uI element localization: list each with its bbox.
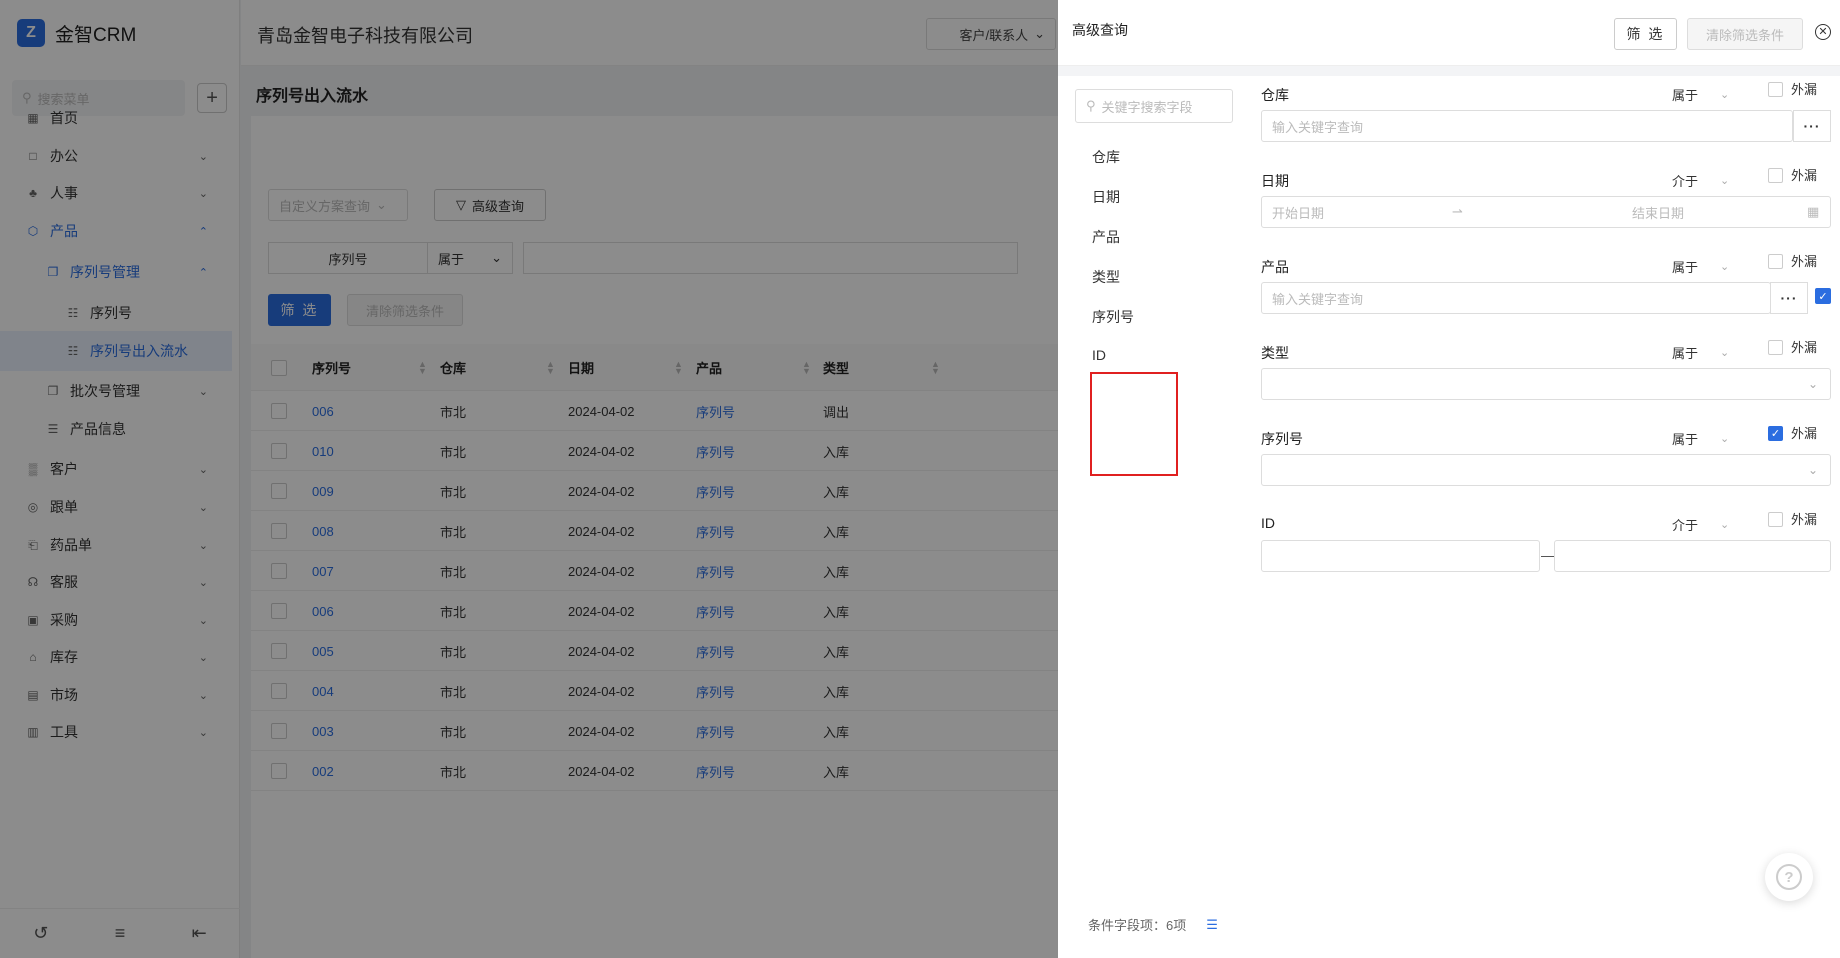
id-min-input[interactable] <box>1261 540 1540 572</box>
cond-operator-product[interactable]: 属于 ⌄ <box>1672 257 1729 276</box>
warehouse-input[interactable]: 输入关键字查询 <box>1261 110 1793 142</box>
miss-toggle-serial[interactable]: ✓ 外漏 <box>1768 423 1817 442</box>
cond-operator-id[interactable]: 介于 ⌄ <box>1672 515 1729 534</box>
miss-toggle-date[interactable]: 外漏 <box>1768 165 1817 184</box>
cond-label-warehouse: 仓库 <box>1261 87 1289 103</box>
product-input[interactable]: 输入关键字查询 <box>1261 282 1771 314</box>
cond-label-type: 类型 <box>1261 345 1289 361</box>
search-icon: ⚲ <box>1086 98 1096 113</box>
serial-select[interactable]: ⌄ <box>1261 454 1831 486</box>
calendar-icon: ▦ <box>1807 204 1820 219</box>
cond-label-date: 日期 <box>1261 173 1289 189</box>
field-item-warehouse[interactable]: 仓库 <box>1092 147 1120 167</box>
miss-toggle-id[interactable]: 外漏 <box>1768 509 1817 528</box>
chevron-down-icon: ⌄ <box>1720 89 1730 101</box>
cond-label-id: ID <box>1261 515 1275 531</box>
drawer-clear-button[interactable]: 清除筛选条件 <box>1687 18 1803 50</box>
miss-toggle-warehouse[interactable]: 外漏 <box>1768 79 1817 98</box>
question-icon: ? <box>1776 864 1802 890</box>
more-options-button[interactable]: ··· <box>1770 282 1808 314</box>
settings-sliders-icon[interactable]: ☰ <box>1206 917 1218 933</box>
divider <box>1058 66 1840 76</box>
miss-checkbox[interactable] <box>1768 254 1783 269</box>
type-select[interactable]: ⌄ <box>1261 368 1831 400</box>
drawer-footer: 条件字段项：6项 ☰ <box>1088 916 1218 934</box>
chevron-down-icon: ⌄ <box>1720 433 1730 445</box>
chevron-down-icon: ⌄ <box>1720 261 1730 273</box>
chevron-down-icon: ⌄ <box>1720 347 1730 359</box>
chevron-down-icon: ⌄ <box>1807 463 1818 477</box>
date-range-picker[interactable]: 开始日期 ⇀ 结束日期 ▦ <box>1261 196 1831 228</box>
chevron-down-icon: ⌄ <box>1720 519 1730 531</box>
more-options-button[interactable]: ··· <box>1793 110 1831 142</box>
id-max-input[interactable] <box>1554 540 1831 572</box>
cond-operator-warehouse[interactable]: 属于 ⌄ <box>1672 85 1729 104</box>
range-separator <box>1541 556 1554 557</box>
close-icon[interactable]: ✕ <box>1815 24 1831 40</box>
cond-operator-serial[interactable]: 属于 ⌄ <box>1672 429 1729 448</box>
chevron-down-icon: ⌄ <box>1720 175 1730 187</box>
cond-label-product: 产品 <box>1261 259 1289 275</box>
miss-checkbox[interactable] <box>1768 168 1783 183</box>
product-extra-checkbox[interactable]: ✓ <box>1815 288 1831 304</box>
drawer-header: 高级查询 筛 选 清除筛选条件 ✕ <box>1058 0 1840 66</box>
field-item-serial[interactable]: 序列号 <box>1092 307 1134 327</box>
miss-checkbox[interactable] <box>1768 512 1783 527</box>
miss-checkbox[interactable]: ✓ <box>1768 426 1783 441</box>
field-search-input[interactable]: ⚲ 关键字搜索字段 <box>1075 89 1233 123</box>
field-item-date[interactable]: 日期 <box>1092 187 1120 207</box>
chevron-down-icon: ⌄ <box>1807 377 1818 391</box>
field-item-product[interactable]: 产品 <box>1092 227 1120 247</box>
arrow-right-icon: ⇀ <box>1452 204 1463 219</box>
cond-label-serial: 序列号 <box>1261 431 1303 447</box>
field-item-type[interactable]: 类型 <box>1092 267 1120 287</box>
drawer-title: 高级查询 <box>1072 22 1128 38</box>
highlight-box <box>1090 372 1178 476</box>
help-button[interactable]: ? <box>1765 853 1813 901</box>
miss-checkbox[interactable] <box>1768 340 1783 355</box>
cond-operator-date[interactable]: 介于 ⌄ <box>1672 171 1729 190</box>
field-item-id[interactable]: ID <box>1092 347 1106 363</box>
cond-operator-type[interactable]: 属于 ⌄ <box>1672 343 1729 362</box>
miss-toggle-product[interactable]: 外漏 <box>1768 251 1817 270</box>
advanced-query-drawer: 高级查询 筛 选 清除筛选条件 ✕ ⚲ 关键字搜索字段 仓库 日期 产品 类型 … <box>1058 0 1840 958</box>
miss-toggle-type[interactable]: 外漏 <box>1768 337 1817 356</box>
miss-checkbox[interactable] <box>1768 82 1783 97</box>
drawer-filter-button[interactable]: 筛 选 <box>1614 18 1677 50</box>
